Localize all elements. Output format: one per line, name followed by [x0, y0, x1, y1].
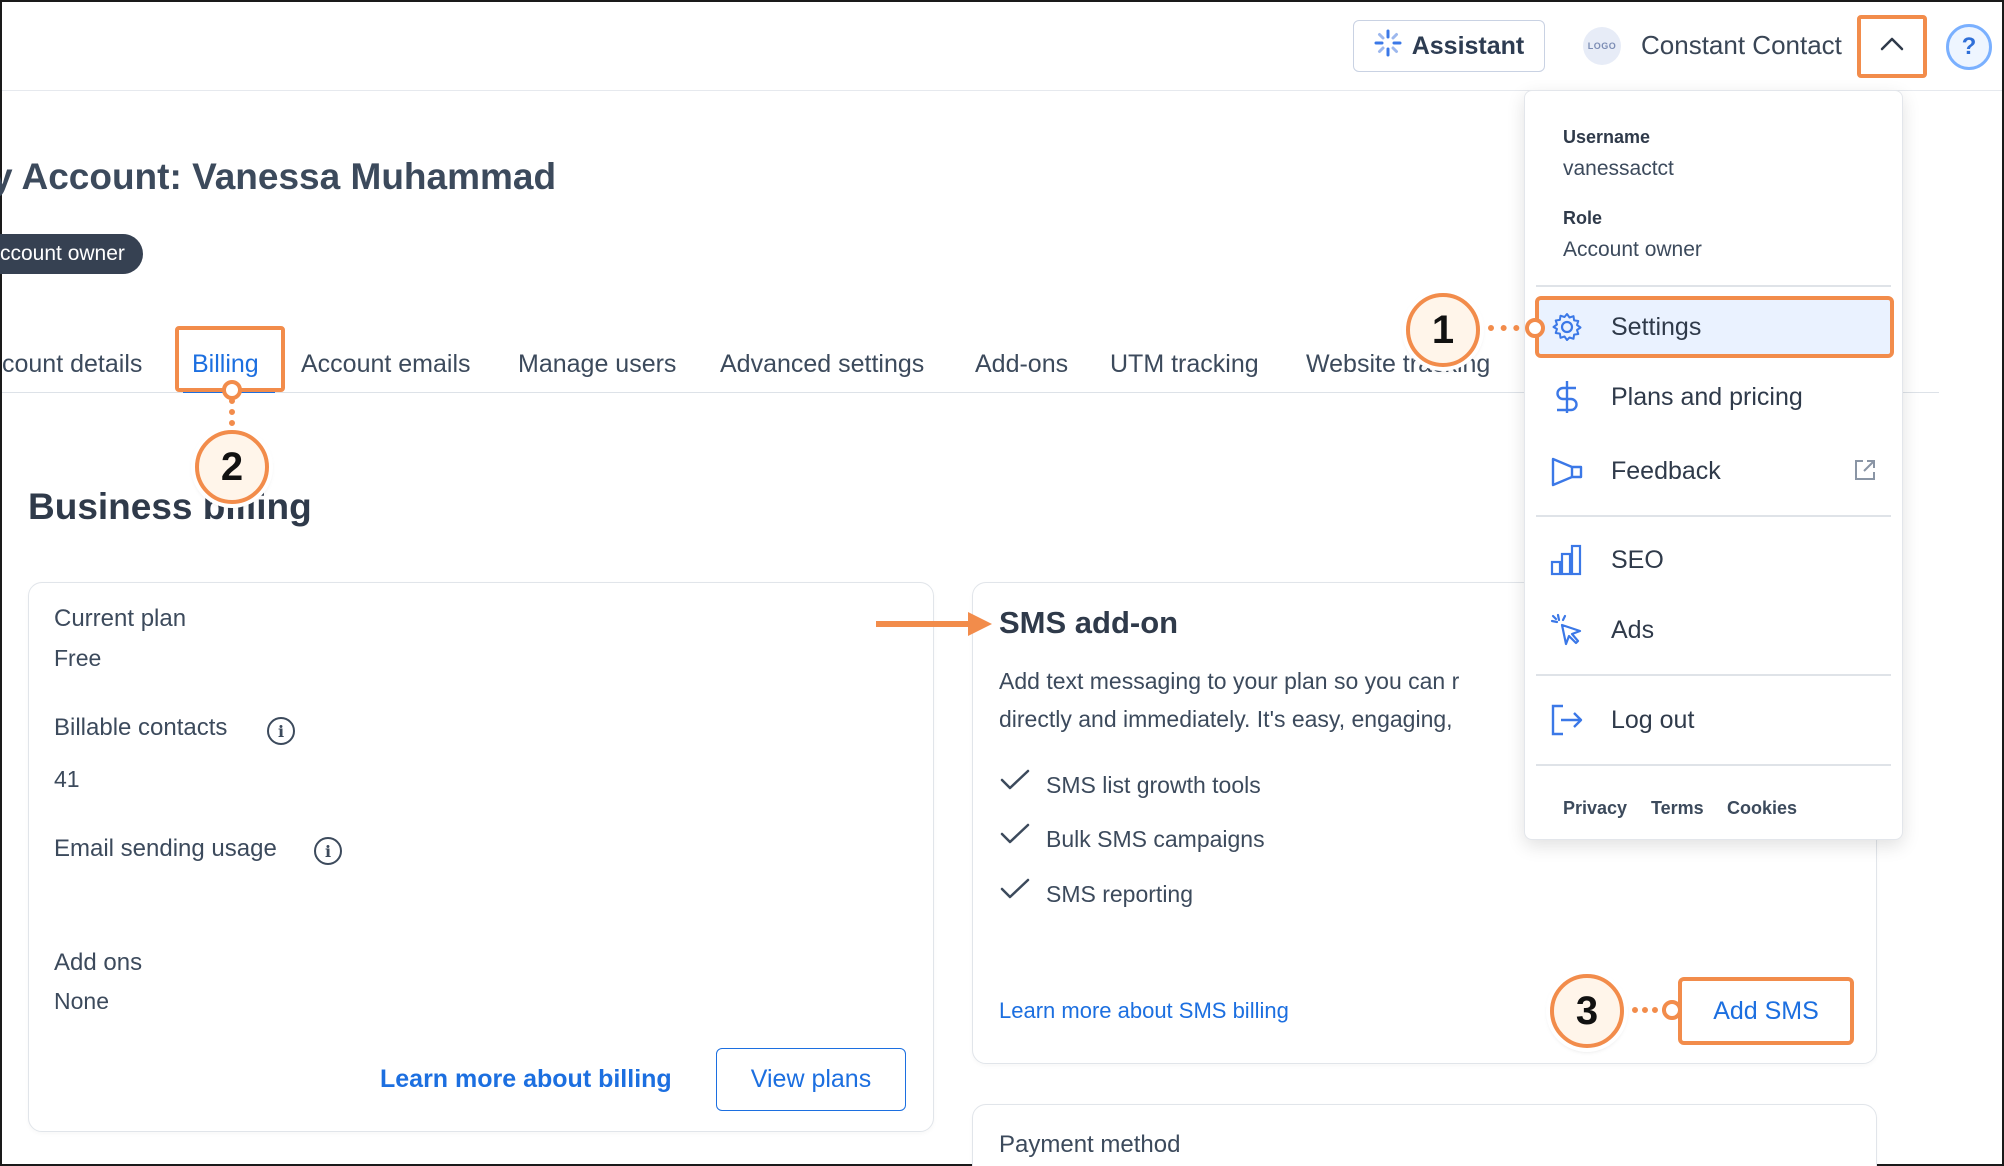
- info-icon[interactable]: i: [314, 837, 342, 865]
- menu-item-label: Ads: [1611, 615, 1655, 644]
- cookies-link[interactable]: Cookies: [1727, 798, 1797, 819]
- callout-anchor: [1662, 1000, 1682, 1020]
- megaphone-icon: [1549, 453, 1585, 489]
- chevron-up-icon: [1879, 36, 1905, 57]
- learn-more-sms-link[interactable]: Learn more about SMS billing: [999, 998, 1289, 1024]
- account-menu-toggle[interactable]: [1857, 15, 1927, 78]
- cursor-click-icon: [1549, 612, 1585, 648]
- menu-divider: [1536, 515, 1891, 517]
- callout-anchor: [1525, 318, 1545, 338]
- help-icon: ?: [1961, 33, 1977, 60]
- menu-item-ads[interactable]: Ads: [1549, 612, 1654, 648]
- menu-item-label: Feedback: [1611, 456, 1721, 485]
- menu-item-label: SEO: [1611, 545, 1664, 574]
- callout-step-2: 2: [195, 430, 269, 504]
- tab-add-ons[interactable]: Add-ons: [975, 350, 1068, 379]
- tab-account-emails[interactable]: Account emails: [301, 350, 471, 379]
- payment-method-title: Payment method: [999, 1131, 1181, 1158]
- check-icon: [1000, 878, 1030, 905]
- callout-step-3: 3: [1550, 974, 1624, 1048]
- menu-item-seo[interactable]: SEO: [1549, 542, 1664, 578]
- terms-link[interactable]: Terms: [1651, 798, 1704, 819]
- logout-icon: [1549, 702, 1585, 738]
- external-link-icon: [1853, 458, 1877, 487]
- callout-anchor: [222, 380, 242, 400]
- learn-more-billing-link[interactable]: Learn more about billing: [380, 1065, 672, 1094]
- current-plan-value: Free: [54, 645, 102, 671]
- tab-account-details[interactable]: count details: [2, 350, 142, 379]
- info-icon[interactable]: i: [267, 717, 295, 745]
- menu-divider: [1536, 285, 1891, 287]
- menu-item-label: Settings: [1611, 312, 1702, 341]
- add-ons-label: Add ons: [54, 949, 143, 976]
- menu-divider: [1536, 674, 1891, 676]
- menu-item-label: Log out: [1611, 705, 1695, 734]
- privacy-link[interactable]: Privacy: [1563, 798, 1627, 819]
- callout-connector: [229, 398, 235, 426]
- tab-utm-tracking[interactable]: UTM tracking: [1110, 350, 1259, 379]
- page-title: y Account: Vanessa Muhammad: [0, 156, 557, 197]
- bar-chart-icon: [1549, 542, 1585, 578]
- assistant-button[interactable]: Assistant: [1353, 20, 1545, 72]
- add-ons-value: None: [54, 988, 109, 1014]
- menu-item-settings[interactable]: Settings: [1549, 309, 1701, 345]
- menu-item-feedback[interactable]: Feedback: [1549, 453, 1721, 489]
- email-usage-label: Email sending usage: [54, 835, 277, 862]
- sms-description-line1: Add text messaging to your plan so you c…: [999, 668, 1460, 694]
- role-value: Account owner: [1563, 238, 1702, 261]
- sms-description-line2: directly and immediately. It's easy, eng…: [999, 706, 1453, 732]
- billable-contacts-label: Billable contacts: [54, 714, 228, 741]
- view-plans-button[interactable]: View plans: [716, 1048, 906, 1111]
- role-label: Role: [1563, 208, 1603, 228]
- menu-divider: [1536, 764, 1891, 766]
- gear-icon: [1549, 309, 1585, 345]
- tab-advanced-settings[interactable]: Advanced settings: [720, 350, 924, 379]
- sms-feature: Bulk SMS campaigns: [1046, 826, 1265, 852]
- sms-addon-title: SMS add-on: [999, 605, 1179, 640]
- add-sms-button[interactable]: Add SMS: [1678, 977, 1854, 1045]
- menu-item-plans-pricing[interactable]: Plans and pricing: [1549, 379, 1803, 415]
- menu-item-label: Plans and pricing: [1611, 382, 1803, 411]
- current-plan-label: Current plan: [54, 605, 187, 632]
- brand-logo: LOGO: [1583, 27, 1621, 65]
- account-brand-name[interactable]: Constant Contact: [1641, 30, 1842, 61]
- dollar-icon: [1549, 379, 1585, 415]
- callout-step-1: 1: [1406, 293, 1480, 367]
- assistant-label: Assistant: [1411, 31, 1525, 60]
- sparkle-icon: [1374, 29, 1402, 64]
- help-button[interactable]: ?: [1946, 24, 1992, 70]
- billable-contacts-value: 41: [54, 766, 80, 792]
- username-label: Username: [1563, 127, 1651, 147]
- role-badge: ccount owner: [0, 234, 143, 274]
- sms-feature: SMS list growth tools: [1046, 772, 1261, 798]
- arrow-annotation: [876, 612, 992, 641]
- username-value: vanessactct: [1563, 157, 1674, 180]
- check-icon: [1000, 769, 1030, 796]
- section-title: Business billing: [28, 486, 312, 527]
- check-icon: [1000, 823, 1030, 850]
- menu-item-log-out[interactable]: Log out: [1549, 702, 1694, 738]
- sms-feature: SMS reporting: [1046, 881, 1194, 907]
- tab-manage-users[interactable]: Manage users: [518, 350, 676, 379]
